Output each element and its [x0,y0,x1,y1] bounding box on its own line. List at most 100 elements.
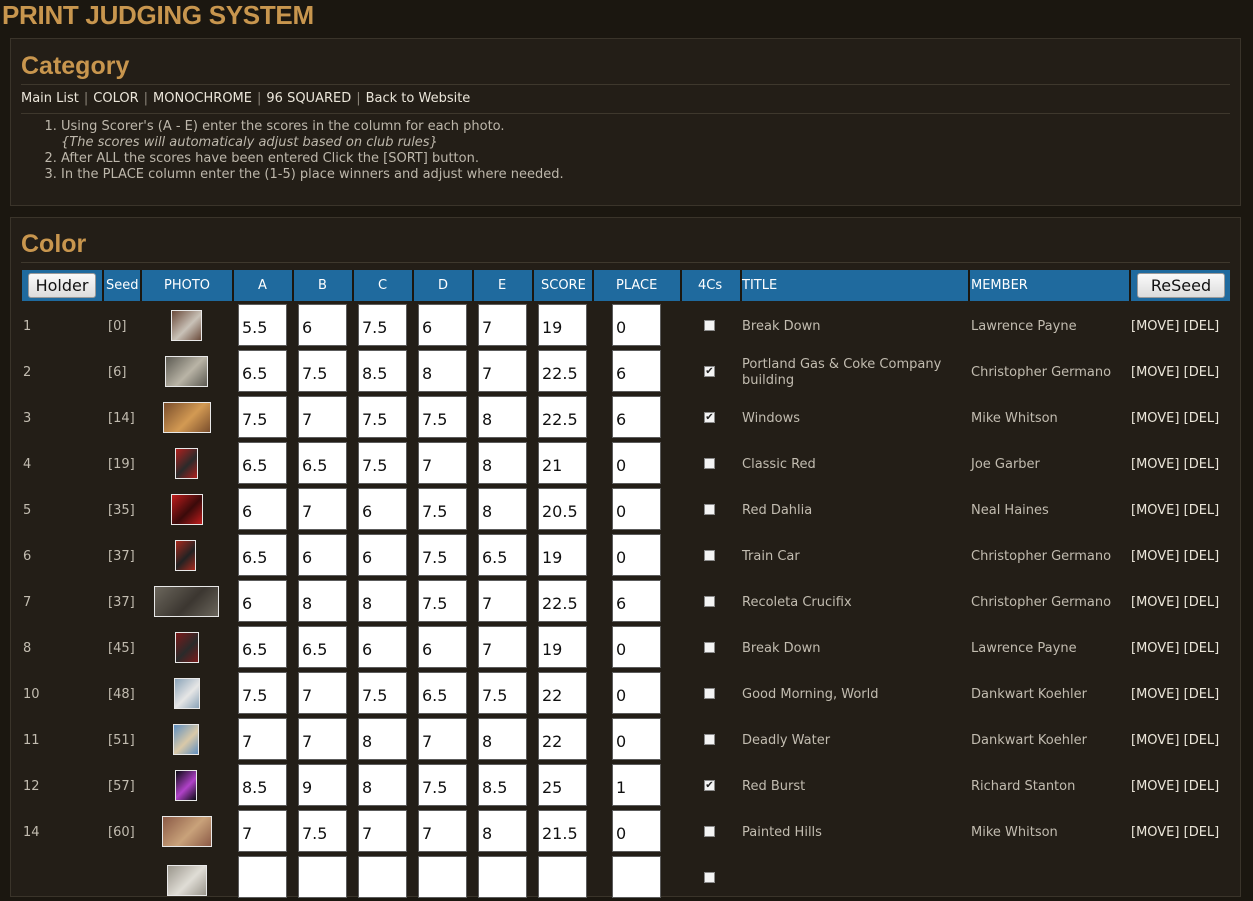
score-input-d[interactable]: 6 [418,304,467,346]
score-input-b[interactable]: 7.5 [298,350,347,392]
score-input-e[interactable]: 8 [478,396,527,438]
move-link[interactable]: [MOVE] [1131,549,1179,564]
score-input-a[interactable]: 6.5 [238,626,287,668]
delete-link[interactable]: [DEL] [1184,457,1220,472]
move-link[interactable]: [MOVE] [1131,733,1179,748]
nav-monochrome[interactable]: MONOCHROME [153,91,252,106]
score-input-e[interactable]: 6.5 [478,534,527,576]
score-input-c[interactable] [358,856,407,898]
photo-thumbnail[interactable] [154,586,219,617]
move-link[interactable]: [MOVE] [1131,595,1179,610]
score-input-c[interactable]: 6 [358,488,407,530]
move-link[interactable]: [MOVE] [1131,457,1179,472]
move-link[interactable]: [MOVE] [1131,779,1179,794]
score-input-b[interactable]: 7 [298,672,347,714]
score-input-d[interactable]: 7 [418,810,467,852]
place-input[interactable]: 6 [612,396,661,438]
score-input-score[interactable]: 22.5 [538,350,587,392]
four-cs-checkbox[interactable] [704,320,715,331]
score-input-d[interactable]: 7 [418,442,467,484]
nav-back-to-website[interactable]: Back to Website [366,91,471,106]
score-input-b[interactable]: 9 [298,764,347,806]
score-input-e[interactable]: 7 [478,626,527,668]
photo-thumbnail[interactable] [175,770,197,801]
move-link[interactable]: [MOVE] [1131,411,1179,426]
four-cs-checkbox[interactable] [704,550,715,561]
place-input[interactable]: 0 [612,442,661,484]
score-input-c[interactable]: 8 [358,718,407,760]
photo-thumbnail[interactable] [163,402,211,433]
score-input-e[interactable]: 8 [478,718,527,760]
move-link[interactable]: [MOVE] [1131,825,1179,840]
score-input-score[interactable]: 22 [538,718,587,760]
delete-link[interactable]: [DEL] [1184,641,1220,656]
score-input-a[interactable]: 7 [238,810,287,852]
score-input-d[interactable]: 6.5 [418,672,467,714]
four-cs-checkbox[interactable] [704,872,715,883]
score-input-a[interactable]: 6.5 [238,534,287,576]
score-input-c[interactable]: 7.5 [358,304,407,346]
score-input-b[interactable]: 7 [298,488,347,530]
score-input-a[interactable]: 6 [238,488,287,530]
score-input-score[interactable]: 22.5 [538,580,587,622]
delete-link[interactable]: [DEL] [1184,825,1220,840]
score-input-a[interactable]: 7.5 [238,396,287,438]
place-input[interactable]: 1 [612,764,661,806]
four-cs-checkbox[interactable] [704,596,715,607]
place-input[interactable]: 6 [612,580,661,622]
score-input-b[interactable]: 6.5 [298,626,347,668]
photo-thumbnail[interactable] [175,540,196,571]
score-input-d[interactable]: 7.5 [418,534,467,576]
score-input-score[interactable]: 19 [538,534,587,576]
photo-thumbnail[interactable] [171,310,202,341]
score-input-e[interactable]: 7.5 [478,672,527,714]
photo-thumbnail[interactable] [167,865,207,896]
score-input-c[interactable]: 8.5 [358,350,407,392]
score-input-b[interactable]: 6.5 [298,442,347,484]
nav-96-squared[interactable]: 96 SQUARED [266,91,351,106]
four-cs-checkbox[interactable] [704,688,715,699]
place-input[interactable]: 0 [612,488,661,530]
score-input-a[interactable]: 6 [238,580,287,622]
score-input-c[interactable]: 7.5 [358,396,407,438]
score-input-score[interactable]: 20.5 [538,488,587,530]
score-input-b[interactable]: 7 [298,718,347,760]
score-input-e[interactable]: 7 [478,304,527,346]
delete-link[interactable]: [DEL] [1184,549,1220,564]
score-input-score[interactable]: 21.5 [538,810,587,852]
move-link[interactable]: [MOVE] [1131,319,1179,334]
four-cs-checkbox[interactable] [704,458,715,469]
score-input-a[interactable]: 8.5 [238,764,287,806]
score-input-e[interactable]: 8 [478,442,527,484]
score-input-e[interactable]: 7 [478,350,527,392]
score-input-e[interactable]: 7 [478,580,527,622]
photo-thumbnail[interactable] [174,678,200,709]
score-input-c[interactable]: 8 [358,580,407,622]
score-input-a[interactable]: 7 [238,718,287,760]
photo-thumbnail[interactable] [171,494,203,525]
score-input-b[interactable]: 7.5 [298,810,347,852]
photo-thumbnail[interactable] [173,724,199,755]
score-input-c[interactable]: 7.5 [358,442,407,484]
move-link[interactable]: [MOVE] [1131,641,1179,656]
four-cs-checkbox[interactable] [704,504,715,515]
photo-thumbnail[interactable] [165,356,208,387]
score-input-d[interactable]: 7 [418,718,467,760]
score-input-d[interactable]: 7.5 [418,488,467,530]
score-input-c[interactable]: 6 [358,626,407,668]
place-input[interactable]: 0 [612,672,661,714]
score-input-score[interactable] [538,856,587,898]
nav-main-list[interactable]: Main List [21,91,79,106]
score-input-d[interactable] [418,856,467,898]
score-input-score[interactable]: 19 [538,304,587,346]
score-input-d[interactable]: 7.5 [418,764,467,806]
score-input-score[interactable]: 22 [538,672,587,714]
photo-thumbnail[interactable] [175,632,199,663]
delete-link[interactable]: [DEL] [1184,779,1220,794]
four-cs-checkbox[interactable]: ✔ [704,412,715,423]
score-input-score[interactable]: 19 [538,626,587,668]
delete-link[interactable]: [DEL] [1184,595,1220,610]
score-input-b[interactable]: 7 [298,396,347,438]
photo-thumbnail[interactable] [162,816,212,847]
score-input-a[interactable] [238,856,287,898]
